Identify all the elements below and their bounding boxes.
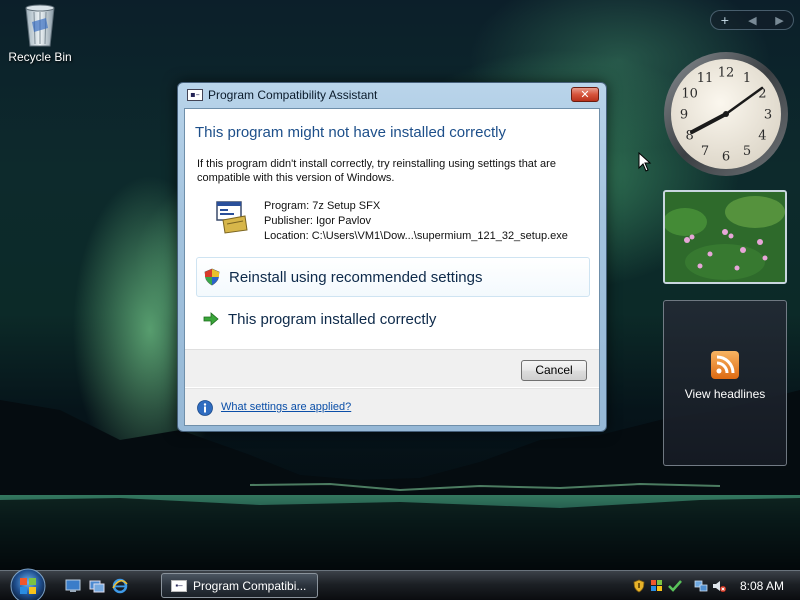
- clock-numeral: 4: [758, 129, 766, 144]
- clock-numeral: 5: [743, 144, 751, 159]
- dialog-button-area: Cancel: [185, 349, 599, 387]
- task-app-icon: ▪–: [171, 579, 187, 592]
- reinstall-option-label: Reinstall using recommended settings: [229, 268, 483, 286]
- taskbar-clock[interactable]: 8:08 AM: [740, 579, 784, 593]
- clock-numeral: 6: [722, 150, 730, 165]
- clock-gadget[interactable]: 1234567891011 12: [662, 50, 790, 178]
- dialog-description: If this program didn't install correctly…: [197, 158, 556, 184]
- green-arrow-icon: [203, 312, 219, 326]
- installed-correctly-option-button[interactable]: This program installed correctly: [196, 299, 590, 339]
- program-location: Location: C:\Users\VM1\Dow...\supermium_…: [264, 230, 568, 242]
- trash-can-icon: [25, 4, 55, 47]
- slideshow-gadget[interactable]: [663, 190, 787, 284]
- program-name: Program: 7z Setup SFX: [264, 200, 381, 212]
- clock-numeral: 12: [718, 66, 735, 81]
- dialog-title: Program Compatibility Assistant: [208, 88, 378, 102]
- system-tray: 8:08 AM: [632, 573, 798, 598]
- taskbar: ▪– Program Compatibi... 8:08 AM: [0, 567, 800, 600]
- dialog-footer: What settings are applied?: [185, 388, 599, 425]
- compatibility-dialog: ▪– Program Compatibility Assistant ✕ Thi…: [177, 82, 607, 432]
- recycle-bin-label: Recycle Bin: [8, 50, 72, 64]
- flower-photo: [665, 192, 785, 282]
- taskbar-button-compatibility-assistant[interactable]: ▪– Program Compatibi...: [161, 573, 318, 598]
- add-gadget-button[interactable]: +: [720, 14, 729, 27]
- dialog-titlebar[interactable]: ▪– Program Compatibility Assistant ✕: [178, 83, 606, 107]
- clock-numeral: 1: [743, 71, 751, 86]
- cancel-button[interactable]: Cancel: [521, 360, 587, 381]
- internet-explorer-icon[interactable]: [112, 578, 128, 594]
- show-desktop-icon[interactable]: [65, 578, 81, 594]
- next-gadgets-button[interactable]: ▶: [775, 14, 783, 27]
- windows-update-icon[interactable]: [650, 579, 664, 593]
- reinstall-option-button[interactable]: Reinstall using recommended settings: [196, 257, 590, 297]
- what-settings-applied-link[interactable]: What settings are applied?: [221, 401, 351, 413]
- security-shield-icon[interactable]: [632, 579, 646, 593]
- switch-windows-icon[interactable]: [89, 578, 105, 594]
- installer-program-icon: [216, 201, 248, 234]
- program-publisher: Publisher: Igor Pavlov: [264, 215, 371, 227]
- recycle-bin-icon[interactable]: Recycle Bin: [6, 2, 74, 74]
- dialog-body: This program might not have installed co…: [184, 108, 600, 426]
- clock-numeral: 11: [697, 71, 714, 86]
- dialog-heading: This program might not have installed co…: [195, 124, 506, 141]
- info-icon: [197, 400, 213, 416]
- network-icon[interactable]: [694, 579, 708, 593]
- feed-headlines-gadget[interactable]: View headlines: [663, 300, 787, 466]
- previous-gadgets-button[interactable]: ◀: [748, 14, 756, 27]
- close-button[interactable]: ✕: [571, 87, 599, 102]
- installed-correctly-option-label: This program installed correctly: [228, 310, 437, 328]
- volume-muted-icon[interactable]: [712, 579, 726, 593]
- mouse-cursor: [638, 152, 652, 172]
- task-button-label: Program Compatibi...: [193, 578, 307, 593]
- rss-icon: [711, 351, 739, 379]
- shield-icon: [204, 268, 220, 286]
- program-details: Program: 7z Setup SFX Publisher: Igor Pa…: [264, 199, 568, 244]
- clock-numeral: 7: [701, 144, 709, 159]
- start-button[interactable]: [8, 567, 48, 600]
- clock-numeral: 3: [764, 108, 772, 123]
- clock-numeral: 10: [681, 87, 698, 102]
- sidebar-controls: + ◀ ▶: [710, 10, 794, 30]
- checkmark-icon[interactable]: [668, 579, 682, 593]
- view-headlines-label: View headlines: [684, 387, 766, 401]
- clock-numeral: 9: [680, 108, 688, 123]
- window-app-icon: ▪–: [187, 89, 203, 101]
